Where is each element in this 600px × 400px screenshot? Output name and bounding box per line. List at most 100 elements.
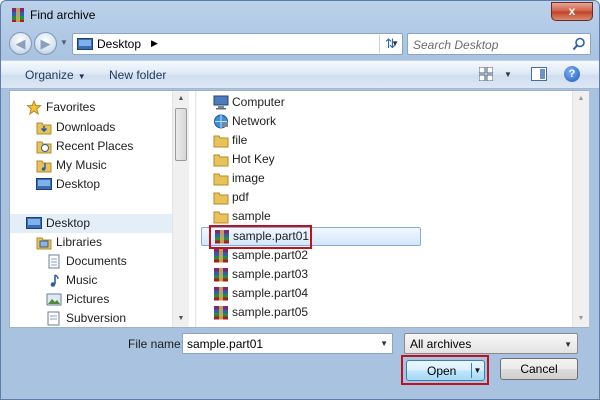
rar-archive-icon (214, 306, 228, 320)
nav-label: Recent Places (56, 139, 134, 153)
file-item-archive[interactable]: sample.part02 (201, 246, 421, 265)
dialog-footer: File name: ▼ All archives ▼ Open ▼ Cance… (1, 329, 599, 399)
file-item-archive[interactable]: sample.part04 (201, 284, 421, 303)
open-label: Open (427, 364, 457, 378)
music-folder-icon (36, 160, 52, 173)
scroll-up-icon[interactable]: ▲ (573, 91, 589, 107)
change-view-icon[interactable] (479, 67, 493, 81)
scrollbar-thumb[interactable] (175, 108, 187, 161)
navigation-pane-scrollbar[interactable]: ▲ ▼ (172, 91, 189, 327)
file-item-folder[interactable]: pdf (201, 188, 421, 207)
file-item-archive[interactable]: sample.part05 (201, 303, 421, 322)
nav-recent-places[interactable]: Recent Places (10, 137, 180, 156)
title-bar: Find archive x (1, 1, 599, 29)
refresh-button[interactable]: ⇅ (379, 35, 401, 53)
close-icon: x (568, 4, 576, 18)
open-options-dropdown-icon[interactable]: ▼ (471, 363, 483, 378)
nav-desktop[interactable]: Desktop (10, 214, 180, 233)
pane-splitter[interactable] (195, 91, 197, 327)
folder-icon (213, 135, 229, 148)
nav-label: My Music (56, 158, 107, 172)
desktop-icon (26, 217, 42, 229)
help-icon[interactable]: ? (564, 66, 580, 82)
forward-button[interactable]: ▶ (34, 32, 57, 55)
find-archive-dialog: Find archive x ◀ ▶ ▼ Desktop ▶ ▼ ⇅ Organ… (0, 0, 600, 400)
file-item-folder[interactable]: Hot Key (201, 150, 421, 169)
file-item-computer[interactable]: Computer (201, 93, 421, 112)
file-name: sample.part02 (232, 248, 309, 262)
nav-pictures[interactable]: Pictures (10, 290, 180, 309)
nav-label: Desktop (46, 216, 91, 230)
file-name-input[interactable] (187, 337, 372, 351)
address-bar[interactable]: Desktop ▶ ▼ (72, 33, 403, 55)
file-name: sample.part05 (232, 305, 309, 319)
close-button[interactable]: x (551, 2, 593, 21)
nav-desktop-favorite[interactable]: Desktop (10, 175, 180, 194)
scroll-down-icon[interactable]: ▼ (573, 311, 589, 327)
refresh-icon: ⇅ (385, 36, 396, 51)
file-name-label: File name: (128, 337, 185, 351)
folder-icon (213, 154, 229, 167)
nav-label: Desktop (56, 177, 101, 191)
file-type-select[interactable]: All archives ▼ (404, 333, 578, 354)
nav-favorites[interactable]: Favorites (10, 98, 180, 117)
documents-icon (48, 254, 60, 269)
desktop-icon (77, 38, 93, 50)
new-folder-button[interactable]: New folder (109, 68, 166, 82)
file-item-folder[interactable]: image (201, 169, 421, 188)
folder-icon (213, 173, 229, 186)
chevron-down-icon[interactable]: ▼ (380, 339, 388, 348)
file-item-folder[interactable]: sample (201, 207, 421, 226)
breadcrumb-chevron-icon[interactable]: ▶ (151, 38, 158, 49)
nav-music[interactable]: Music (10, 271, 180, 290)
nav-label: Libraries (56, 235, 103, 249)
views-dropdown-icon[interactable]: ▼ (504, 70, 512, 79)
chevron-down-icon: ▼ (564, 340, 572, 349)
computer-icon (213, 95, 229, 110)
scroll-up-icon[interactable]: ▲ (173, 91, 189, 107)
file-name: sample.part04 (232, 286, 309, 300)
open-button-highlight-box: Open ▼ (401, 355, 489, 385)
file-item-network[interactable]: Network (201, 112, 421, 131)
file-item-folder[interactable]: file (201, 131, 421, 150)
nav-label: Subversion (66, 311, 127, 325)
recent-places-icon (36, 141, 52, 154)
open-button[interactable]: Open ▼ (406, 360, 485, 381)
file-name: Hot Key (232, 152, 275, 166)
cancel-button[interactable]: Cancel (500, 358, 578, 380)
forward-arrow-icon: ▶ (40, 36, 51, 51)
music-note-icon (50, 274, 59, 287)
nav-subversion[interactable]: Subversion (10, 309, 180, 327)
back-arrow-icon: ◀ (15, 36, 26, 51)
rar-archive-icon (214, 249, 228, 263)
nav-documents[interactable]: Documents (10, 252, 180, 271)
file-item-archive[interactable]: sample.part03 (201, 265, 421, 284)
nav-downloads[interactable]: Downloads (10, 118, 180, 137)
nav-my-music[interactable]: My Music (10, 156, 180, 175)
file-name-combobox[interactable]: ▼ (182, 333, 393, 354)
nav-label: Music (66, 273, 98, 287)
scroll-down-icon[interactable]: ▼ (173, 311, 189, 327)
file-name: image (232, 171, 265, 185)
back-button[interactable]: ◀ (9, 32, 32, 55)
preview-pane-button[interactable] (531, 67, 547, 81)
navigation-pane: Favorites Downloads Recent Places My Mus… (10, 91, 195, 327)
nav-label: Pictures (66, 292, 110, 306)
nav-label: Favorites (46, 100, 96, 114)
rar-archive-icon (214, 287, 228, 301)
file-list-scrollbar[interactable]: ▲ ▼ (572, 91, 589, 327)
search-icon (572, 37, 585, 51)
search-input[interactable] (413, 37, 563, 52)
organize-button[interactable]: Organize ▼ (25, 68, 86, 82)
desktop-icon (36, 178, 52, 190)
chevron-down-icon: ▼ (77, 72, 86, 81)
downloads-folder-icon (36, 122, 52, 135)
window-title: Find archive (30, 8, 96, 22)
search-box[interactable] (407, 33, 591, 55)
nav-libraries[interactable]: Libraries (10, 233, 180, 252)
nav-label: Downloads (56, 120, 116, 134)
folder-icon (213, 211, 229, 224)
breadcrumb-desktop[interactable]: Desktop (97, 37, 141, 51)
recent-pages-button[interactable]: ▼ (60, 38, 70, 50)
file-name: file (232, 133, 248, 147)
